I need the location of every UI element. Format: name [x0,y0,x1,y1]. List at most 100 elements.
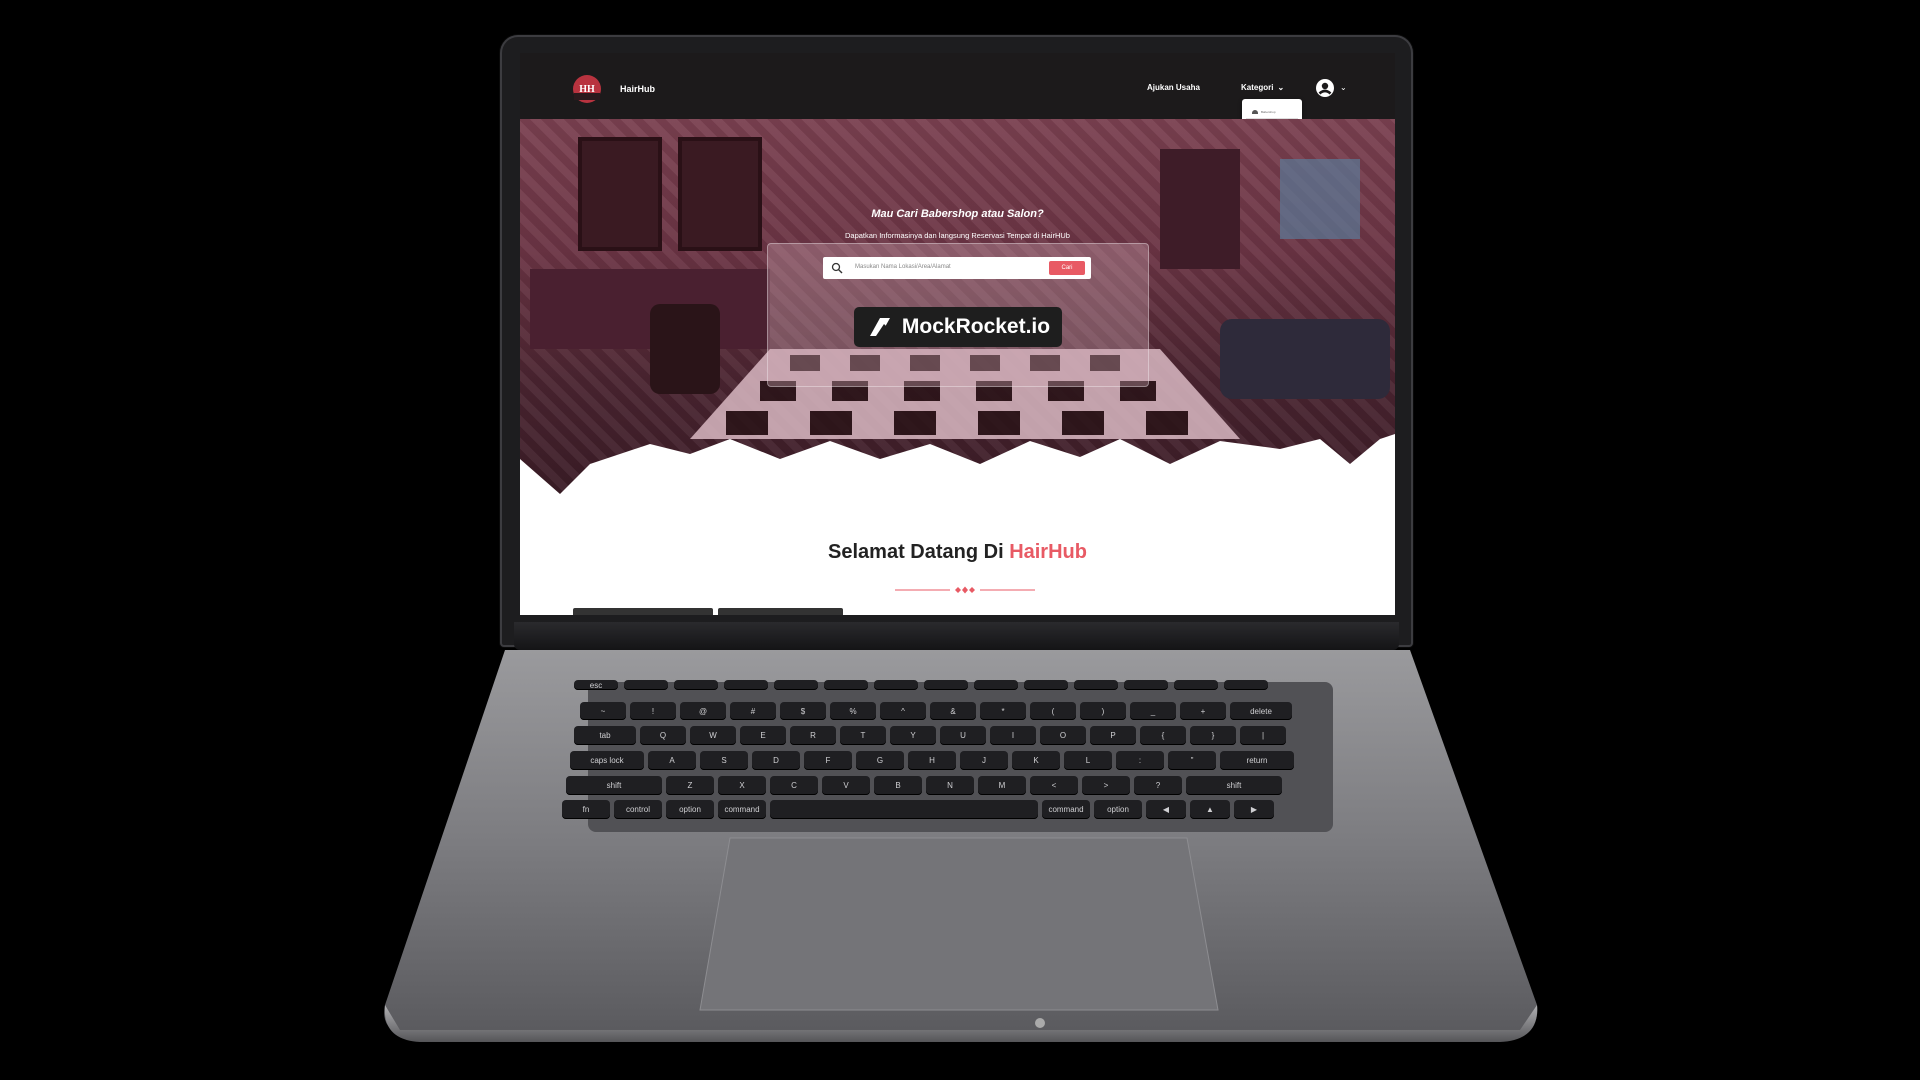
keyboard-key: caps lock [570,751,644,770]
svg-text:HH: HH [579,84,595,95]
keyboard-key: W [690,726,736,745]
site-navbar: HH HairHub Ajukan Usaha Kategori ⌄ ⌄ Babe… [520,53,1395,140]
keyboard-key: ) [1080,702,1126,720]
keyboard-key: ( [1030,702,1076,720]
hero-title: Mau Cari Babershop atau Salon? [871,208,1044,220]
keyboard-key: Q [640,726,686,745]
keyboard-key: > [1082,776,1130,795]
keyboard-key: R [790,726,836,745]
search-button[interactable]: Cari [1049,261,1085,275]
keyboard-key: option [666,800,714,819]
welcome-brand: HairHub [1009,541,1087,563]
keyboard-key: ^ [880,702,926,720]
keyboard-key: Z [666,776,714,795]
watermark-text: MockRocket.io [901,315,1051,338]
keyboard-key: _ [1130,702,1176,720]
barber-icon [1252,109,1258,114]
keyboard-key: tab [574,726,636,745]
keyboard-key: I [990,726,1036,745]
keyboard-key: Y [890,726,936,745]
keyboard-key: $ [780,702,826,720]
keyboard-key: N [926,776,974,795]
chevron-down-icon[interactable]: ⌄ [1340,83,1347,92]
user-account-icon[interactable] [1316,79,1334,97]
keyboard-key [774,680,818,690]
keyboard-key [1074,680,1118,690]
laptop-screen: HH HairHub Ajukan Usaha Kategori ⌄ ⌄ Babe… [520,53,1395,615]
hero-subtitle: Dapatkan Informasinya dan langsung Reser… [845,231,1070,240]
keyboard-key: U [940,726,986,745]
keyboard: esc ~! @ # $% ^ & *() _ + delete tab Q W E R T Y U I O P{} | ca… [562,680,1357,828]
keyboard-key: command [1042,800,1090,819]
keyboard-key: J [960,751,1008,770]
keyboard-key: shift [566,776,662,795]
keyboard-key: | [1240,726,1286,745]
keyboard-key: fn [562,800,610,819]
keyboard-key: T [840,726,886,745]
keyboard-key: ▲ [1190,800,1230,819]
nav-kategori[interactable]: Kategori ⌄ [1241,83,1284,92]
keyboard-key [1174,680,1218,690]
chevron-down-icon: ⌄ [1277,83,1285,92]
keyboard-key: shift [1186,776,1282,795]
search-icon [831,262,843,274]
heading-divider [895,586,1035,594]
nav-ajukan-usaha[interactable]: Ajukan Usaha [1147,83,1200,92]
keyboard-key: O [1040,726,1086,745]
keyboard-key: < [1030,776,1078,795]
keyboard-key: L [1064,751,1112,770]
keyboard-key: ! [630,702,676,720]
keyboard-key: G [856,751,904,770]
keyboard-key: E [740,726,786,745]
keyboard-key [724,680,768,690]
dropdown-item-babershop[interactable]: Babershop [1246,105,1298,119]
keyboard-key: command [718,800,766,819]
keyboard-key: @ [680,702,726,720]
keyboard-key: C [770,776,818,795]
keyboard-key: ◀ [1146,800,1186,819]
laptop-hinge [514,622,1399,650]
keyboard-key: ~ [580,702,626,720]
keyboard-key [674,680,718,690]
keyboard-key [1024,680,1068,690]
keyboard-key: : [1116,751,1164,770]
keyboard-key: " [1168,751,1216,770]
keyboard-key: control [614,800,662,819]
nav-kategori-label: Kategori [1241,83,1274,92]
hairhub-logo[interactable]: HH [568,73,606,105]
keyboard-key: & [930,702,976,720]
keyboard-key: # [730,702,776,720]
brand-name[interactable]: HairHub [620,84,655,94]
keyboard-key: F [804,751,852,770]
content-preview [573,608,843,615]
dropdown-item-label: Babershop [1261,109,1276,114]
keyboard-key: * [980,702,1026,720]
keyboard-key: ? [1134,776,1182,795]
keyboard-key [770,800,1038,819]
keyboard-key: + [1180,702,1226,720]
keyboard-key [624,680,668,690]
keyboard-key: P [1090,726,1136,745]
keyboard-key: B [874,776,922,795]
keyboard-key [1124,680,1168,690]
keyboard-key: option [1094,800,1142,819]
keyboard-key: V [822,776,870,795]
search-input[interactable]: Masukan Nama Lokasi/Area/Alamat [855,264,951,270]
keyboard-key: X [718,776,766,795]
search-bar: Masukan Nama Lokasi/Area/Alamat Cari [823,257,1091,279]
keyboard-key: % [830,702,876,720]
keyboard-key: S [700,751,748,770]
keyboard-key: M [978,776,1026,795]
welcome-prefix: Selamat Datang Di [828,541,1010,563]
keyboard-key [974,680,1018,690]
keyboard-key: K [1012,751,1060,770]
mockrocket-watermark: MockRocket.io [854,307,1062,347]
keyboard-key: return [1220,751,1294,770]
keyboard-key: delete [1230,702,1292,720]
keyboard-key: H [908,751,956,770]
welcome-heading: Selamat Datang Di HairHub [520,541,1395,564]
keyboard-key [1224,680,1268,690]
keyboard-key: ▶ [1234,800,1274,819]
keyboard-key [924,680,968,690]
keyboard-key: A [648,751,696,770]
